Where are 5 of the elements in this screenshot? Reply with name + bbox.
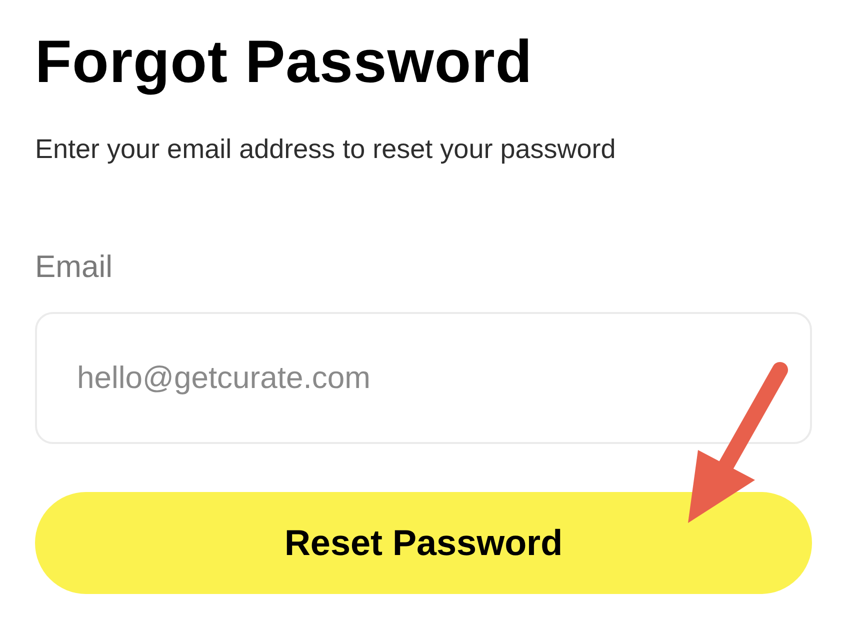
subtitle: Enter your email address to reset your password [35, 133, 617, 166]
email-field[interactable]: hello@getcurate.com [35, 312, 812, 444]
page-title: Forgot Password [35, 27, 534, 97]
reset-password-button[interactable]: Reset Password [35, 492, 812, 594]
email-label: Email [35, 248, 113, 286]
